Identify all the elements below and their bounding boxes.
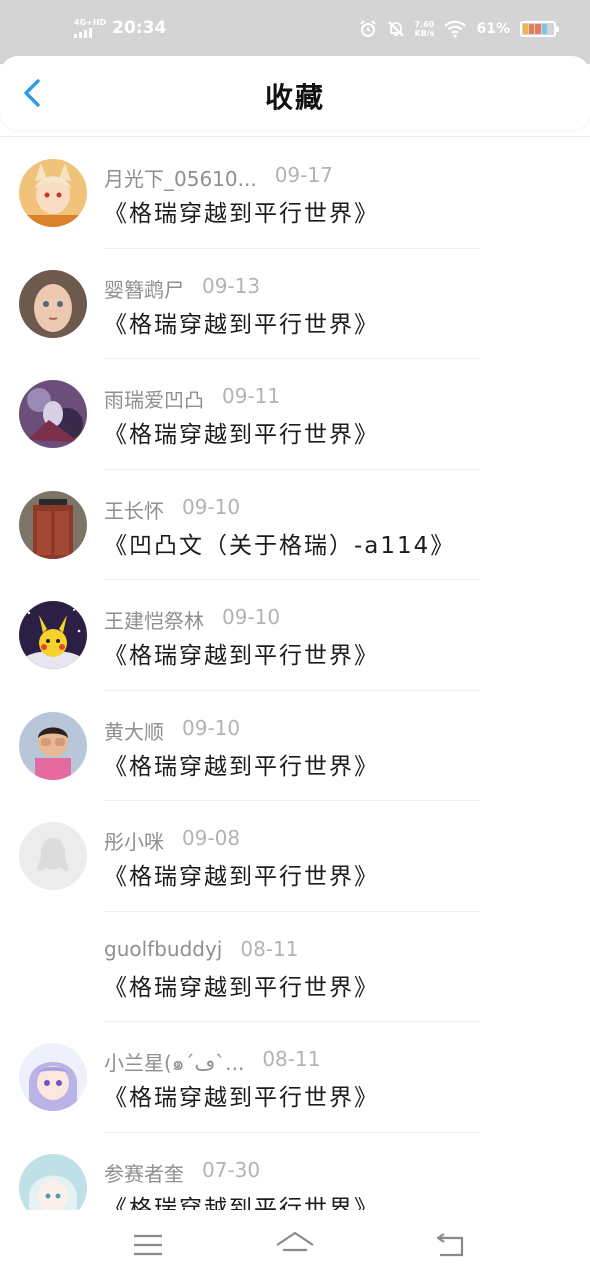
speed-unit: KB/s xyxy=(414,29,435,38)
author-name[interactable]: 婴簪鹉尸 xyxy=(104,274,184,303)
author-name[interactable]: 雨瑞爱凹凸 xyxy=(104,384,204,413)
menu-icon[interactable] xyxy=(128,1228,168,1262)
favorite-item[interactable]: 月光下_05610... 09-17 《格瑞穿越到平行世界》 xyxy=(0,138,590,249)
favorite-date: 09-10 xyxy=(222,605,281,629)
avatar[interactable] xyxy=(19,490,87,559)
favorite-item[interactable]: 雨瑞爱凹凸 09-11 《格瑞穿越到平行世界》 xyxy=(0,359,590,470)
avatar[interactable] xyxy=(19,380,87,448)
article-title[interactable]: 《格瑞穿越到平行世界》 xyxy=(104,1189,379,1211)
avatar[interactable] xyxy=(19,1043,87,1111)
article-title[interactable]: 《格瑞穿越到平行世界》 xyxy=(104,747,379,781)
avatar[interactable] xyxy=(19,822,87,890)
network-speed: 7.60 KB/s xyxy=(415,20,435,38)
author-name[interactable]: 黄大顺 xyxy=(104,716,164,745)
article-title[interactable]: 《格瑞穿越到平行世界》 xyxy=(104,968,379,1002)
article-title[interactable]: 《格瑞穿越到平行世界》 xyxy=(104,1078,379,1112)
wifi-icon xyxy=(444,20,467,38)
mute-icon xyxy=(387,21,404,37)
favorite-date: 09-10 xyxy=(182,715,241,740)
favorite-date: 09-08 xyxy=(182,826,241,850)
app-header: 收藏 xyxy=(0,56,590,130)
home-icon[interactable] xyxy=(275,1228,315,1262)
signal-icon xyxy=(74,28,106,38)
favorite-date: 09-13 xyxy=(202,273,261,298)
favorite-date: 07-30 xyxy=(202,1157,261,1182)
favorite-item[interactable]: guolfbuddyj 08-11 《格瑞穿越到平行世界》 xyxy=(0,912,590,1022)
avatar[interactable] xyxy=(19,269,87,338)
favorite-item[interactable]: 王长怀 09-10 《凹凸文（关于格瑞）-a114》 xyxy=(0,470,590,580)
author-name[interactable]: 月光下_05610... xyxy=(104,163,257,192)
author-name[interactable]: 王建恺祭林 xyxy=(104,605,204,634)
favorite-date: 09-17 xyxy=(274,163,333,187)
favorite-date: 09-11 xyxy=(222,384,281,408)
article-title[interactable]: 《格瑞穿越到平行世界》 xyxy=(104,636,379,670)
system-nav-bar xyxy=(0,1210,590,1280)
item-meta: 黄大顺 09-10 xyxy=(104,716,240,745)
article-title[interactable]: 《格瑞穿越到平行世界》 xyxy=(104,415,379,449)
battery-icon xyxy=(520,21,559,37)
item-meta: 参赛者奎 07-30 xyxy=(104,1158,260,1187)
item-meta: 彤小咪 09-08 xyxy=(104,826,240,855)
avatar[interactable] xyxy=(19,1153,87,1210)
alarm-icon xyxy=(359,20,376,37)
item-meta: 王建恺祭林 09-10 xyxy=(104,605,280,634)
clock: 20:34 xyxy=(112,18,167,38)
signal-indicator: 4G+HD xyxy=(74,18,106,38)
header-divider xyxy=(0,136,590,137)
article-title[interactable]: 《格瑞穿越到平行世界》 xyxy=(104,857,379,891)
article-title[interactable]: 《格瑞穿越到平行世界》 xyxy=(104,194,379,228)
item-meta: guolfbuddyj 08-11 xyxy=(104,937,298,961)
network-type: 4G+HD xyxy=(74,18,107,27)
author-name[interactable]: 参赛者奎 xyxy=(104,1158,184,1187)
avatar[interactable] xyxy=(19,159,87,227)
item-meta: 婴簪鹉尸 09-13 xyxy=(104,274,260,303)
speed-value: 7.60 xyxy=(414,20,435,29)
favorite-item[interactable]: 黄大顺 09-10 《格瑞穿越到平行世界》 xyxy=(0,691,590,801)
item-meta: 雨瑞爱凹凸 09-11 xyxy=(104,384,280,413)
status-left: 4G+HD 20:34 xyxy=(74,18,166,38)
status-right: 7.60 KB/s 61% xyxy=(359,20,559,38)
author-name[interactable]: 王长怀 xyxy=(104,495,164,524)
favorite-date: 08-11 xyxy=(240,936,299,961)
author-name[interactable]: 小兰星(๑´ڡ`... xyxy=(104,1047,244,1079)
favorite-item[interactable]: 彤小咪 09-08 《格瑞穿越到平行世界》 xyxy=(0,801,590,912)
item-meta: 月光下_05610... 09-17 xyxy=(104,163,333,192)
item-meta: 小兰星(๑´ڡ`... 08-11 xyxy=(104,1047,320,1079)
avatar[interactable] xyxy=(19,711,87,780)
favorite-date: 08-11 xyxy=(262,1047,321,1071)
favorite-item[interactable]: 小兰星(๑´ڡ`... 08-11 《格瑞穿越到平行世界》 xyxy=(0,1022,590,1133)
favorite-item[interactable]: 王建恺祭林 09-10 《格瑞穿越到平行世界》 xyxy=(0,580,590,691)
avatar[interactable] xyxy=(19,601,87,669)
favorite-item[interactable]: 参赛者奎 07-30 《格瑞穿越到平行世界》 xyxy=(0,1133,590,1211)
author-name[interactable]: guolfbuddyj xyxy=(104,937,222,961)
favorites-list: 月光下_05610... 09-17 《格瑞穿越到平行世界》 婴簪鹉尸 09-1… xyxy=(0,138,590,1210)
back-arrow-icon[interactable] xyxy=(430,1228,470,1262)
item-meta: 王长怀 09-10 xyxy=(104,495,240,524)
favorite-item[interactable]: 婴簪鹉尸 09-13 《格瑞穿越到平行世界》 xyxy=(0,249,590,359)
article-title[interactable]: 《凹凸文（关于格瑞）-a114》 xyxy=(104,526,455,560)
favorite-date: 09-10 xyxy=(182,494,241,519)
page-title: 收藏 xyxy=(264,81,325,114)
status-bar: 4G+HD 20:34 7.60 KB/s 61% xyxy=(0,0,590,64)
author-name[interactable]: 彤小咪 xyxy=(104,826,164,855)
battery-percent: 61% xyxy=(476,21,510,37)
article-title[interactable]: 《格瑞穿越到平行世界》 xyxy=(104,305,379,339)
